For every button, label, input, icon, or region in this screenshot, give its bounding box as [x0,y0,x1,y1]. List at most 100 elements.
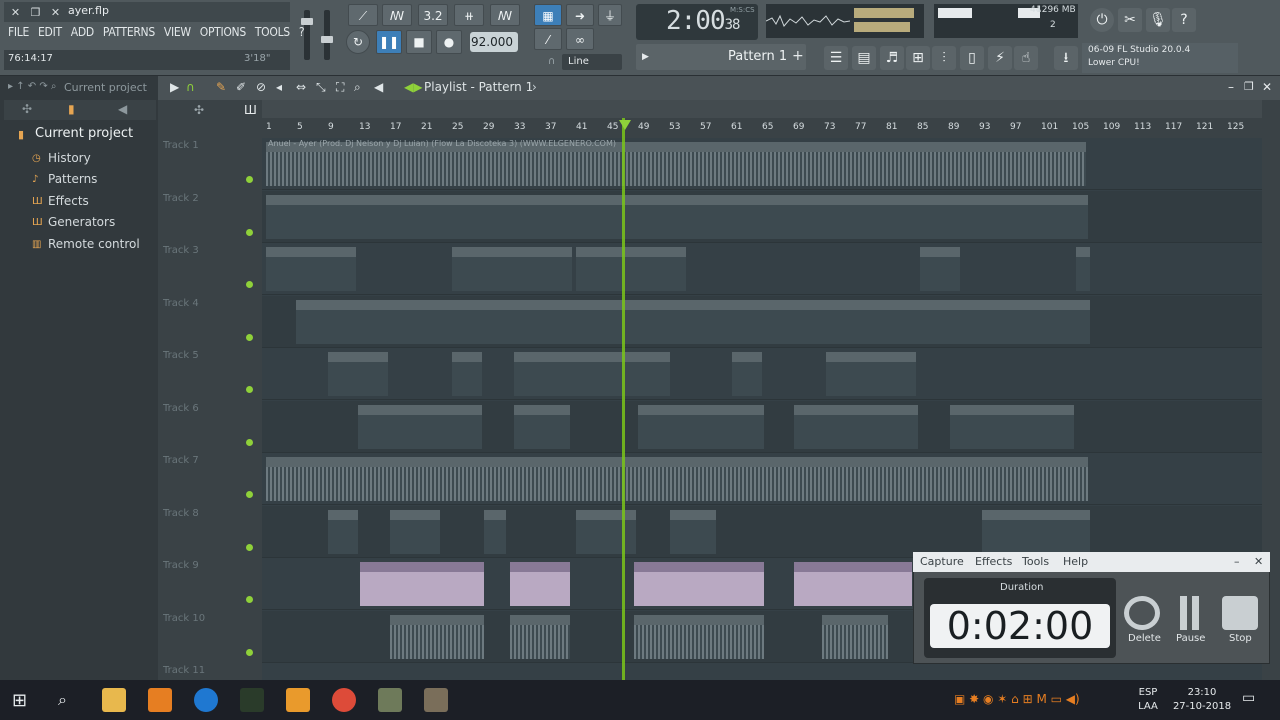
recorder-menu-effects[interactable]: Effects [975,555,1012,568]
app-icon-1[interactable] [378,688,402,712]
folder-icon[interactable]: ▮ [68,102,75,116]
playlist-clip[interactable] [794,404,918,449]
playlist-icon[interactable]: ☰ [824,46,848,70]
playlist-clip[interactable] [266,194,1088,239]
close-icon[interactable]: ✕ [1262,80,1272,94]
playlist-clip[interactable] [826,352,916,396]
playlist-clip[interactable] [390,509,440,554]
track-name[interactable]: Track 1 [163,140,199,151]
recorder-menu-help[interactable]: Help [1063,555,1088,568]
browser-item-generators[interactable]: Ш Generators [32,215,115,229]
playlist-clip[interactable] [732,352,762,396]
track-mute-led[interactable] [246,491,253,498]
playlist-clip[interactable] [514,404,570,449]
minimize-icon[interactable]: – [1234,555,1240,568]
zoom-icon[interactable]: ⌕ [354,80,361,95]
playhead-marker-icon[interactable] [619,120,631,130]
step-edit-button[interactable]: ⧺ [454,4,484,26]
pencil-icon[interactable]: ✎ [216,80,226,94]
playlist-clip[interactable] [390,614,484,659]
browser-icon[interactable]: ⊞ [906,46,930,70]
playlist-clip[interactable] [634,614,764,659]
playlist-clip[interactable] [982,509,1090,554]
pause-icon[interactable] [1172,596,1208,630]
track-name[interactable]: Track 11 [163,665,205,676]
language-indicator[interactable]: ESP LAA [1136,686,1160,714]
playback-icon[interactable]: ◀ [374,80,383,94]
playlist-clip[interactable] [670,509,716,554]
browser-item-patterns[interactable]: ♪ Patterns [32,172,97,186]
search-icon[interactable]: ⌕ [58,690,67,710]
playlist-clip[interactable] [510,614,570,659]
close-icon[interactable]: ✕ [1254,555,1263,568]
file-icon[interactable]: ▯ [960,46,984,70]
menu-view[interactable]: VIEW [164,25,191,43]
close-window-icon[interactable]: ✕ [48,5,63,20]
playlist-menu-icon[interactable]: ▶ [170,80,179,94]
loop-record-button[interactable]: ꟿ [490,4,520,26]
tray-icons[interactable]: ▣ ✸ ◉ ✶ ⌂ ⊞ M ▭ ◀) [954,692,1080,706]
link-icon[interactable]: ∞ [566,28,594,50]
playlist-clip[interactable] [484,509,506,554]
fl-studio-icon[interactable] [148,688,172,712]
select-icon[interactable]: ⛶ [336,80,344,95]
help-icon[interactable]: ? [1172,8,1196,32]
track-lane[interactable] [262,190,1262,243]
playlist-clip[interactable] [266,457,1088,501]
browser-item-remote-control[interactable]: ▥ Remote control [32,237,140,251]
metronome-button[interactable]: ꟿ [382,4,412,26]
track-name[interactable]: Track 2 [163,193,199,204]
edge-icon[interactable] [194,688,218,712]
playlist-clip[interactable] [266,142,1086,186]
minimize-icon[interactable]: – [1228,80,1234,94]
browser-nav-icons[interactable]: ▸ ↑ ↶ ↷ ⌕ [8,81,56,92]
playlist-clip[interactable] [794,562,912,606]
track-mute-led[interactable] [246,386,253,393]
slice-icon[interactable]: ⤡ [316,80,326,95]
track-mute-led[interactable] [246,596,253,603]
track-name[interactable]: Track 9 [163,560,199,571]
chrome-icon[interactable] [332,688,356,712]
media-icon[interactable] [286,688,310,712]
zoom-slider-icon[interactable]: ✣ [194,103,204,117]
maximize-icon[interactable]: ❐ [1244,80,1254,93]
add-pattern-icon[interactable]: + [792,48,804,64]
track-name[interactable]: Track 10 [163,613,205,624]
notifications-icon[interactable]: ▭ [1242,690,1255,706]
close-icon[interactable]: ✕ [8,5,23,20]
playlist-grid-icon[interactable]: Ш [244,103,257,117]
delete-icon[interactable]: ⊘ [256,80,266,94]
snap-select[interactable]: Line [562,54,622,70]
horizontal-scrollbar[interactable] [262,100,1262,118]
tools-icon[interactable]: ✂ [1118,8,1142,32]
stop-icon[interactable] [1222,596,1258,630]
mixer-icon[interactable]: ⫶ [932,46,956,70]
playlist-clip[interactable] [360,562,484,606]
master-pitch-slider[interactable] [324,10,330,60]
playlist-clip[interactable] [950,404,1074,449]
playlist-clip[interactable] [296,299,1090,344]
menu-options[interactable]: OPTIONS [200,25,246,43]
delete-icon[interactable] [1124,596,1160,630]
snap-icon[interactable]: ▦ [534,4,562,26]
loop-icon[interactable]: ↻ [346,30,370,54]
arrows-icon[interactable]: ◀▶ [404,80,422,94]
download-icon[interactable]: ⭳ [1054,46,1078,70]
menu-file[interactable]: FILE [8,25,29,43]
restore-icon[interactable]: ❐ [28,5,43,20]
track-name[interactable]: Track 6 [163,403,199,414]
tempo-display[interactable]: 92.000 [470,32,518,52]
track-lane[interactable] [262,505,1262,558]
track-lane[interactable] [262,348,1262,400]
playlist-clip[interactable] [358,404,482,449]
playlist-clip[interactable] [514,352,670,396]
track-lane[interactable]: Anuel - Ayer (Prod. Dj Nelson y Dj Luian… [262,138,1262,190]
play-triangle-icon[interactable]: ▶ [642,52,649,62]
playlist-clip[interactable] [576,247,686,291]
menu-tools[interactable]: TOOLS [255,25,290,43]
track-name[interactable]: Track 8 [163,508,199,519]
master-pitch-knob[interactable] [321,36,333,43]
channel-rack-icon[interactable]: ▤ [852,46,876,70]
playlist-clip[interactable] [920,247,960,291]
track-mute-led[interactable] [246,648,253,656]
